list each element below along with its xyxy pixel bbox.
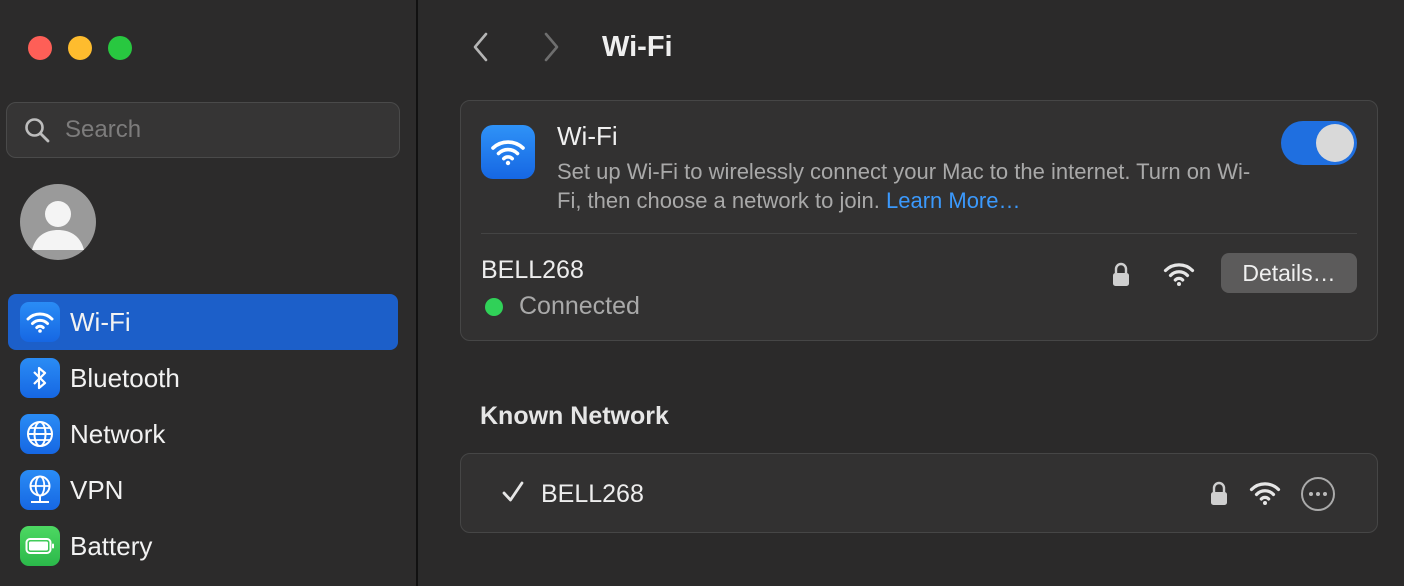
bluetooth-icon — [20, 358, 60, 398]
current-network-name: BELL268 — [481, 256, 584, 284]
toolbar: Wi-Fi — [460, 24, 673, 70]
known-network-card: BELL268 — [460, 453, 1378, 533]
sidebar-item-label: Network — [70, 418, 166, 449]
page-title: Wi-Fi — [602, 30, 673, 63]
status-text: Connected — [519, 292, 640, 320]
more-options-button[interactable] — [1301, 477, 1335, 511]
battery-icon — [20, 526, 60, 566]
search-icon — [25, 118, 50, 143]
wifi-heading: Wi-Fi — [557, 121, 618, 151]
maximize-window-button[interactable] — [108, 36, 132, 60]
sidebar-item-label: VPN — [70, 474, 124, 505]
search-field[interactable] — [6, 102, 400, 158]
checkmark-icon — [502, 481, 524, 502]
forward-button[interactable] — [532, 27, 572, 67]
minimize-window-button[interactable] — [68, 36, 92, 60]
sidebar-item-bluetooth[interactable]: Bluetooth — [8, 350, 398, 406]
details-button[interactable]: Details… — [1221, 253, 1357, 293]
divider — [481, 233, 1357, 234]
sidebar-item-network[interactable]: Network — [8, 406, 398, 462]
sidebar-nav: Wi-Fi Bluetooth Network VPN Battery — [8, 294, 398, 574]
person-icon — [32, 201, 84, 250]
learn-more-link[interactable]: Learn More… — [886, 188, 1021, 213]
globe-icon — [20, 414, 60, 454]
wifi-icon — [20, 302, 60, 342]
close-window-button[interactable] — [28, 36, 52, 60]
vpn-globe-icon — [20, 470, 60, 510]
wifi-icon — [481, 125, 535, 179]
status-dot — [485, 297, 503, 316]
search-input[interactable] — [65, 116, 365, 144]
wifi-signal-icon — [1163, 263, 1195, 286]
sidebar-item-battery[interactable]: Battery — [8, 518, 398, 574]
chevron-left-icon — [473, 32, 488, 62]
back-button[interactable] — [460, 27, 500, 67]
main-pane: Wi-Fi Wi-Fi Set up Wi-Fi to wirelessly c… — [420, 0, 1404, 586]
lock-icon — [1113, 262, 1129, 286]
sidebar-item-label: Battery — [70, 530, 153, 561]
toggle-knob — [1316, 124, 1354, 162]
connection-status: Connected — [485, 292, 640, 321]
chevron-right-icon — [544, 32, 559, 62]
known-network-name: BELL268 — [541, 480, 644, 508]
sidebar: Wi-Fi Bluetooth Network — [0, 0, 418, 586]
user-avatar[interactable] — [20, 184, 96, 260]
wifi-signal-icon — [1249, 482, 1281, 505]
wifi-description: Set up Wi-Fi to wirelessly connect your … — [557, 157, 1257, 215]
wifi-toggle[interactable] — [1281, 121, 1357, 165]
known-networks-heading: Known Network — [480, 402, 669, 430]
window-controls — [28, 36, 132, 60]
sidebar-item-vpn[interactable]: VPN — [8, 462, 398, 518]
sidebar-item-wifi[interactable]: Wi-Fi — [8, 294, 398, 350]
ellipsis-icon — [1309, 492, 1313, 496]
lock-icon — [1211, 481, 1227, 505]
sidebar-item-label: Wi-Fi — [70, 306, 131, 337]
sidebar-item-label: Bluetooth — [70, 362, 180, 393]
wifi-settings-card: Wi-Fi Set up Wi-Fi to wirelessly connect… — [460, 100, 1378, 341]
